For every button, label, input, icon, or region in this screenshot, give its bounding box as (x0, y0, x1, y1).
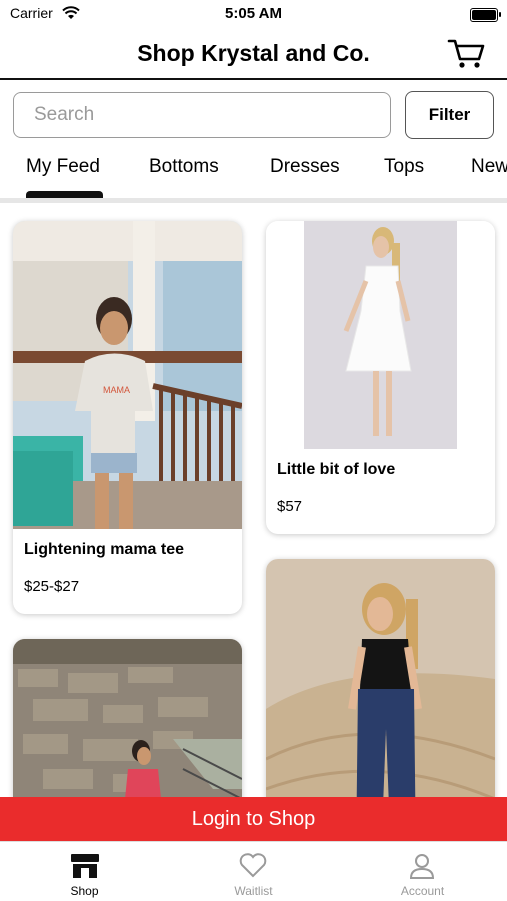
tabbar-item-shop[interactable]: Shop (0, 842, 169, 901)
product-name: Lightening mama tee (24, 541, 185, 558)
person-icon (409, 854, 435, 879)
nav-bar: Shop Krystal and Co. (0, 30, 507, 80)
product-price: $57 (277, 498, 303, 515)
cart-icon[interactable] (446, 36, 486, 70)
svg-text:MAMA: MAMA (103, 385, 130, 395)
tabbar-item-waitlist[interactable]: Waitlist (169, 842, 338, 901)
product-name: Little bit of love (277, 461, 396, 478)
tabbar-item-account[interactable]: Account (338, 842, 507, 901)
tabbar-label: Shop (70, 884, 99, 898)
tabbar-label: Waitlist (234, 884, 273, 898)
storefront-icon (71, 854, 99, 878)
tab-tops[interactable]: Tops (384, 156, 424, 178)
product-price: $25-$27 (24, 578, 80, 595)
product-card[interactable]: MAMA Lightening mama tee $25-$27 (13, 221, 242, 614)
product-card[interactable]: Little bit of love $57 (266, 221, 495, 534)
battery-icon (470, 8, 501, 22)
heart-icon (239, 853, 267, 878)
product-image (266, 221, 495, 451)
login-to-shop-button[interactable]: Login to Shop (0, 797, 507, 841)
product-image: MAMA (13, 221, 242, 529)
app-title: Shop Krystal and Co. (137, 40, 370, 66)
tab-my-feed[interactable]: My Feed (26, 156, 100, 178)
tab-new[interactable]: New (471, 156, 507, 178)
tabbar-label: Account (400, 884, 445, 898)
tab-bottoms[interactable]: Bottoms (149, 156, 219, 178)
search-input[interactable] (13, 92, 391, 138)
filter-button[interactable]: Filter (405, 91, 494, 139)
tab-dresses[interactable]: Dresses (270, 156, 340, 178)
status-time: 5:05 AM (225, 5, 282, 22)
tabs-divider (0, 198, 507, 203)
status-bar: Carrier 5:05 AM (0, 0, 507, 30)
bottom-tab-bar: Shop Waitlist Account (0, 841, 507, 901)
